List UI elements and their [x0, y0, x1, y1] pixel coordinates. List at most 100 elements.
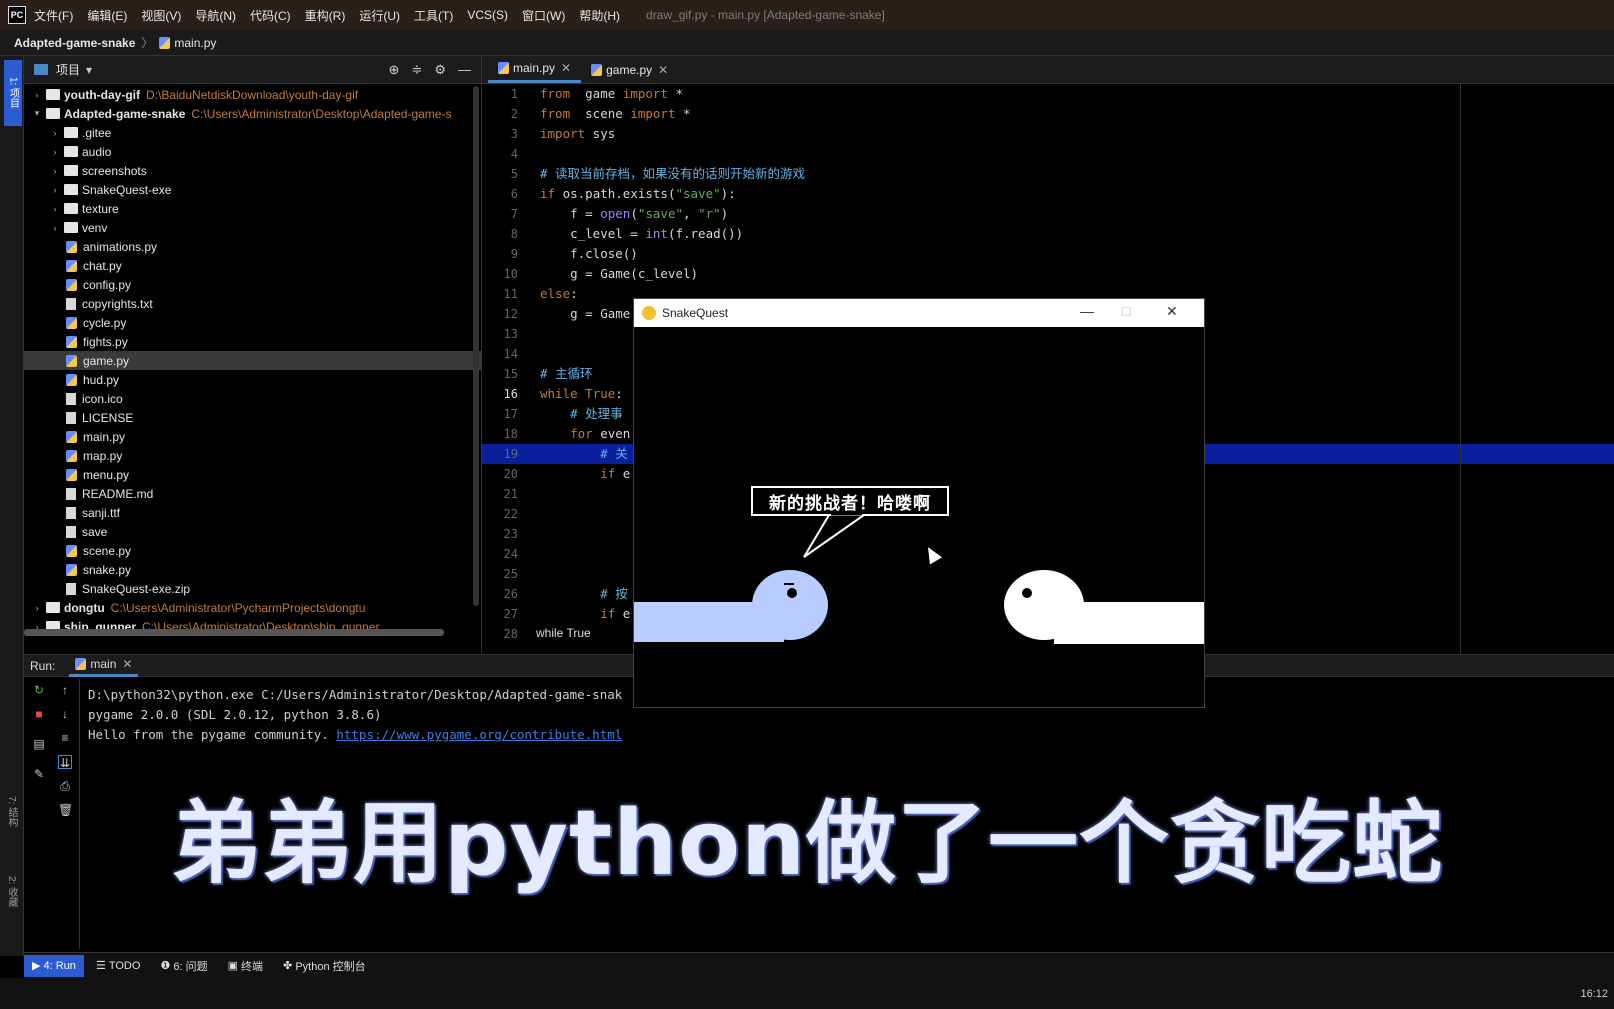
console-output[interactable]: D:\python32\python.exe C:/Users/Administ…	[88, 685, 622, 745]
menu-edit[interactable]: 编辑(E)	[87, 7, 127, 24]
tree-item[interactable]: cycle.py	[24, 313, 481, 332]
tree-item-label: README.md	[82, 486, 154, 501]
tool-run[interactable]: ▶ 4: Run	[24, 954, 84, 977]
close-icon[interactable]: ✕	[561, 61, 571, 75]
chevron-right-icon[interactable]: ›	[48, 223, 62, 233]
tree-item[interactable]: copyrights.txt	[24, 294, 481, 313]
breadcrumb-file[interactable]: main.py	[174, 36, 216, 50]
chevron-right-icon[interactable]: ›	[30, 603, 44, 613]
menu-tools[interactable]: 工具(T)	[414, 7, 453, 24]
menu-view[interactable]: 视图(V)	[141, 7, 181, 24]
minimize-panel-icon[interactable]: —	[458, 62, 471, 78]
menu-refactor[interactable]: 重构(R)	[305, 7, 346, 24]
tree-item[interactable]: menu.py	[24, 465, 481, 484]
maximize-button[interactable]: □	[1122, 303, 1130, 319]
tree-item[interactable]: › screenshots	[24, 161, 481, 180]
menu-run[interactable]: 运行(U)	[359, 7, 400, 24]
locate-icon[interactable]: ⊕	[389, 62, 400, 78]
tool-todo[interactable]: ☰ TODO	[88, 955, 149, 977]
scroll-up-icon[interactable]: ↑	[58, 683, 72, 697]
tree-item-label: Adapted-game-snake	[64, 106, 186, 121]
layout-icon[interactable]: ▤	[32, 737, 46, 751]
menu-file[interactable]: 文件(F)	[34, 7, 73, 24]
chevron-right-icon[interactable]: ›	[48, 166, 62, 176]
tree-item[interactable]: SnakeQuest-exe.zip	[24, 579, 481, 598]
chevron-right-icon[interactable]: ›	[48, 204, 62, 214]
tree-horizontal-scrollbar[interactable]	[24, 629, 444, 636]
tree-item[interactable]: hud.py	[24, 370, 481, 389]
tree-item[interactable]: › venv	[24, 218, 481, 237]
tree-item[interactable]: › .gitee	[24, 123, 481, 142]
tool-python-console[interactable]: ✤ Python 控制台	[275, 955, 374, 977]
tree-item[interactable]: fights.py	[24, 332, 481, 351]
tree-item-label: menu.py	[83, 467, 130, 482]
tab-main-py[interactable]: main.py ✕	[488, 56, 582, 83]
tree-item[interactable]: README.md	[24, 484, 481, 503]
tree-item[interactable]: › texture	[24, 199, 481, 218]
scroll-down-icon[interactable]: ↓	[58, 707, 72, 721]
chevron-right-icon[interactable]: ›	[30, 90, 44, 100]
rerun-icon[interactable]: ↻	[32, 683, 46, 697]
code-token: ):	[720, 186, 736, 201]
close-button[interactable]: ✕	[1166, 303, 1178, 320]
snakequest-window[interactable]: SnakeQuest — □ ✕ 新的挑战者！哈喽啊	[633, 298, 1205, 708]
python-file-icon	[66, 430, 77, 443]
tool-terminal[interactable]: ▣ 终端	[220, 955, 271, 977]
tab-game-py[interactable]: game.py ✕	[581, 56, 678, 83]
menu-help[interactable]: 帮助(H)	[579, 7, 620, 24]
project-tool-button[interactable]: 1: 项目	[4, 60, 22, 126]
tree-item[interactable]: scene.py	[24, 541, 481, 560]
chevron-right-icon[interactable]: ›	[48, 147, 62, 157]
stop-icon[interactable]: ■	[32, 707, 46, 721]
run-tab-main[interactable]: main ✕	[69, 655, 139, 677]
code-line: f.close()	[540, 244, 1614, 264]
python-file-icon	[66, 335, 77, 348]
chevron-down-icon[interactable]: ▾	[30, 108, 44, 119]
code-token: while	[540, 386, 578, 401]
tree-item[interactable]: ▾ Adapted-game-snake C:\Users\Administrato…	[24, 104, 481, 123]
menu-vcs[interactable]: VCS(S)	[467, 8, 508, 22]
scroll-to-end-icon[interactable]: ⇊	[58, 755, 72, 770]
pygame-contribute-link[interactable]: https://www.pygame.org/contribute.html	[336, 727, 622, 742]
tree-item[interactable]: LICENSE	[24, 408, 481, 427]
menu-navigate[interactable]: 导航(N)	[195, 7, 236, 24]
collapse-all-icon[interactable]: ≑	[411, 62, 422, 78]
tree-item[interactable]: animations.py	[24, 237, 481, 256]
tree-item[interactable]: game.py	[24, 351, 481, 370]
project-panel: 项目 ▾ ⊕ ≑ ⚙ — › youth-day-gif D:\BaiduNetdi…	[24, 56, 482, 654]
tree-item[interactable]: snake.py	[24, 560, 481, 579]
code-breadcrumb[interactable]: while True	[536, 626, 591, 640]
chevron-right-icon[interactable]: ›	[48, 185, 62, 195]
soft-wrap-icon[interactable]: ≡	[58, 731, 72, 745]
menu-code[interactable]: 代码(C)	[250, 7, 291, 24]
tree-item[interactable]: chat.py	[24, 256, 481, 275]
close-icon[interactable]: ✕	[122, 657, 132, 671]
tree-item[interactable]: › dongtu C:\Users\Administrator\PycharmPro…	[24, 598, 481, 617]
line-number: 8	[510, 227, 518, 241]
minimize-button[interactable]: —	[1080, 303, 1094, 319]
close-icon[interactable]: ✕	[658, 63, 668, 77]
game-canvas[interactable]: 新的挑战者！哈喽啊	[634, 327, 1204, 707]
tree-item[interactable]: main.py	[24, 427, 481, 446]
game-titlebar[interactable]: SnakeQuest — □ ✕	[634, 299, 1204, 327]
breadcrumb-project[interactable]: Adapted-game-snake	[14, 36, 135, 50]
code-token: g = Game(c_level)	[540, 266, 699, 281]
tree-item[interactable]: › youth-day-gif D:\BaiduNetdiskDownload\yo…	[24, 85, 481, 104]
tree-item[interactable]: icon.ico	[24, 389, 481, 408]
project-view-selector[interactable]: 项目	[56, 61, 80, 78]
gear-icon[interactable]: ⚙	[434, 62, 446, 78]
chevron-right-icon[interactable]: ›	[48, 128, 62, 138]
tree-item[interactable]: sanji.ttf	[24, 503, 481, 522]
tree-item[interactable]: › SnakeQuest-exe	[24, 180, 481, 199]
tool-problems[interactable]: ❶ 6: 问题	[152, 955, 215, 977]
menu-window[interactable]: 窗口(W)	[522, 7, 565, 24]
code-token: e	[615, 466, 631, 481]
tree-vertical-scrollbar[interactable]	[473, 86, 479, 606]
tree-item[interactable]: save	[24, 522, 481, 541]
code-token: g = Game	[540, 306, 631, 321]
tree-item[interactable]: config.py	[24, 275, 481, 294]
chevron-down-icon[interactable]: ▾	[86, 63, 92, 77]
tree-item[interactable]: › audio	[24, 142, 481, 161]
line-number: 27	[503, 607, 518, 621]
tree-item[interactable]: map.py	[24, 446, 481, 465]
